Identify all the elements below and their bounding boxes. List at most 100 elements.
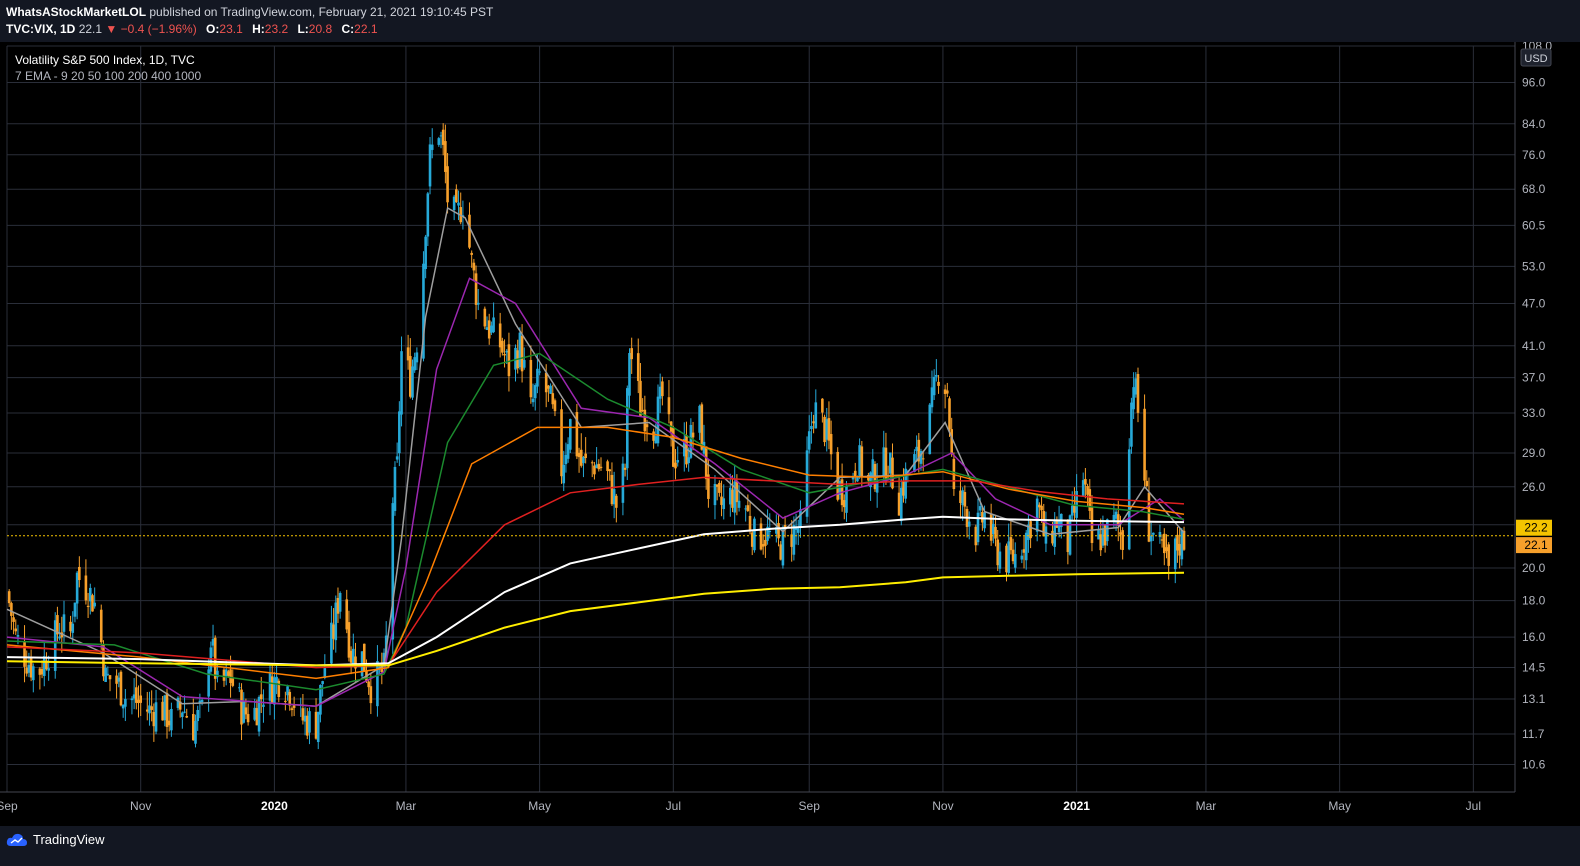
- candle-body: [764, 539, 767, 546]
- candle-body: [468, 214, 471, 248]
- candle-body: [628, 353, 631, 396]
- time-axis-panel: [0, 793, 1515, 826]
- currency-label: USD: [1524, 53, 1547, 65]
- candle-body: [829, 433, 833, 455]
- candle-body: [290, 708, 294, 710]
- candle-body: [853, 470, 857, 477]
- time-tick-label: 2020: [261, 799, 288, 813]
- candle-body: [748, 515, 752, 530]
- candle-body: [661, 381, 664, 397]
- candle-body: [194, 720, 197, 744]
- footer-bar: [0, 826, 1580, 866]
- candle-body: [231, 677, 235, 686]
- candle-body: [928, 404, 932, 455]
- candle-body: [976, 512, 980, 543]
- candle-body: [185, 715, 189, 718]
- time-tick-label: Nov: [130, 799, 151, 813]
- candle-body: [608, 469, 612, 472]
- candle-body: [93, 602, 96, 607]
- candle-body: [1182, 530, 1186, 550]
- time-tick-label: Sep: [799, 799, 821, 813]
- candle-body: [32, 666, 35, 681]
- low-label: L:: [297, 22, 309, 36]
- candle-body: [106, 673, 110, 675]
- candle-body: [718, 482, 721, 493]
- candle-body: [553, 400, 557, 412]
- price-tick-label: 47.0: [1522, 297, 1546, 311]
- candle-body: [362, 643, 366, 672]
- candle-body: [967, 521, 971, 527]
- candle-body: [810, 425, 813, 430]
- down-triangle-icon: ▼: [105, 22, 118, 36]
- series-title[interactable]: Volatility S&P 500 Index, 1D, TVC: [15, 52, 201, 68]
- candle-body: [531, 398, 535, 403]
- candle-body: [183, 711, 186, 713]
- indicator-title[interactable]: 7 EMA - 9 20 50 100 200 400 1000: [15, 68, 201, 84]
- candle-body: [150, 706, 153, 710]
- tradingview-cloud-icon: [6, 833, 27, 846]
- candle-body: [636, 353, 640, 381]
- candle-body: [1084, 478, 1087, 485]
- candle-body: [472, 262, 476, 271]
- candle-body: [584, 453, 587, 458]
- candle-body: [1167, 544, 1170, 566]
- candle-body: [238, 687, 241, 689]
- chart-header: WhatsAStockMarketLOL published on Tradin…: [0, 0, 1580, 42]
- candle-body: [630, 348, 633, 360]
- candle-body: [569, 419, 572, 450]
- candle-body: [277, 680, 281, 698]
- candle-body: [796, 528, 800, 533]
- price-tick-label: 29.0: [1522, 446, 1546, 460]
- candle-body: [946, 390, 949, 394]
- candle-body: [86, 605, 90, 608]
- price-tick-label: 18.0: [1522, 594, 1546, 608]
- chart-legend: Volatility S&P 500 Index, 1D, TVC 7 EMA …: [15, 52, 201, 84]
- time-tick-label: Sep: [0, 799, 18, 813]
- price-tick-label: 10.6: [1522, 758, 1546, 772]
- candle-body: [676, 460, 680, 463]
- candle-body: [1152, 532, 1155, 535]
- price-label: 22.1: [1524, 538, 1548, 552]
- price-chart[interactable]: 108.096.084.076.068.060.553.047.041.037.…: [0, 42, 1580, 826]
- candle-body: [393, 466, 397, 511]
- price-tick-label: 96.0: [1522, 75, 1546, 89]
- price-tick-label: 76.0: [1522, 148, 1546, 162]
- candle-body: [104, 667, 107, 682]
- candle-body: [1145, 480, 1149, 487]
- candle-body: [983, 512, 986, 529]
- candle-body: [154, 702, 158, 732]
- candle-body: [1009, 537, 1013, 551]
- symbol-label[interactable]: TVC:VIX, 1D: [6, 22, 75, 36]
- time-tick-label: Mar: [396, 799, 417, 813]
- open-value: 23.1: [219, 22, 243, 36]
- tradingview-logo[interactable]: TradingView: [6, 832, 105, 847]
- candle-body: [1035, 498, 1039, 532]
- time-tick-label: Nov: [932, 799, 953, 813]
- candle-body: [503, 353, 506, 356]
- candle-body: [1147, 492, 1151, 542]
- price-label: 22.2: [1524, 521, 1548, 535]
- price-tick-label: 14.5: [1522, 661, 1546, 675]
- author-name[interactable]: WhatsAStockMarketLOL: [6, 5, 146, 19]
- candle-body: [84, 575, 88, 601]
- price-tick-label: 11.7: [1522, 727, 1545, 741]
- candle-body: [470, 252, 473, 255]
- candle-body: [994, 526, 997, 539]
- candle-body: [998, 551, 1002, 569]
- candle-body: [395, 456, 399, 460]
- publish-date: published on TradingView.com, February 2…: [149, 5, 494, 19]
- candle-body: [321, 681, 324, 685]
- candle-body: [948, 398, 951, 430]
- candle-body: [1127, 449, 1131, 550]
- candle-body: [807, 431, 811, 450]
- tradingview-brand: TradingView: [33, 832, 105, 847]
- candle-body: [391, 503, 395, 640]
- price-tick-label: 16.0: [1522, 630, 1546, 644]
- candle-body: [549, 385, 552, 394]
- candle-body: [1143, 408, 1146, 481]
- low-value: 20.8: [308, 22, 333, 36]
- candle-body: [200, 699, 204, 703]
- candle-body: [62, 614, 66, 632]
- price-tick-label: 26.0: [1522, 480, 1546, 494]
- candle-body: [639, 380, 642, 417]
